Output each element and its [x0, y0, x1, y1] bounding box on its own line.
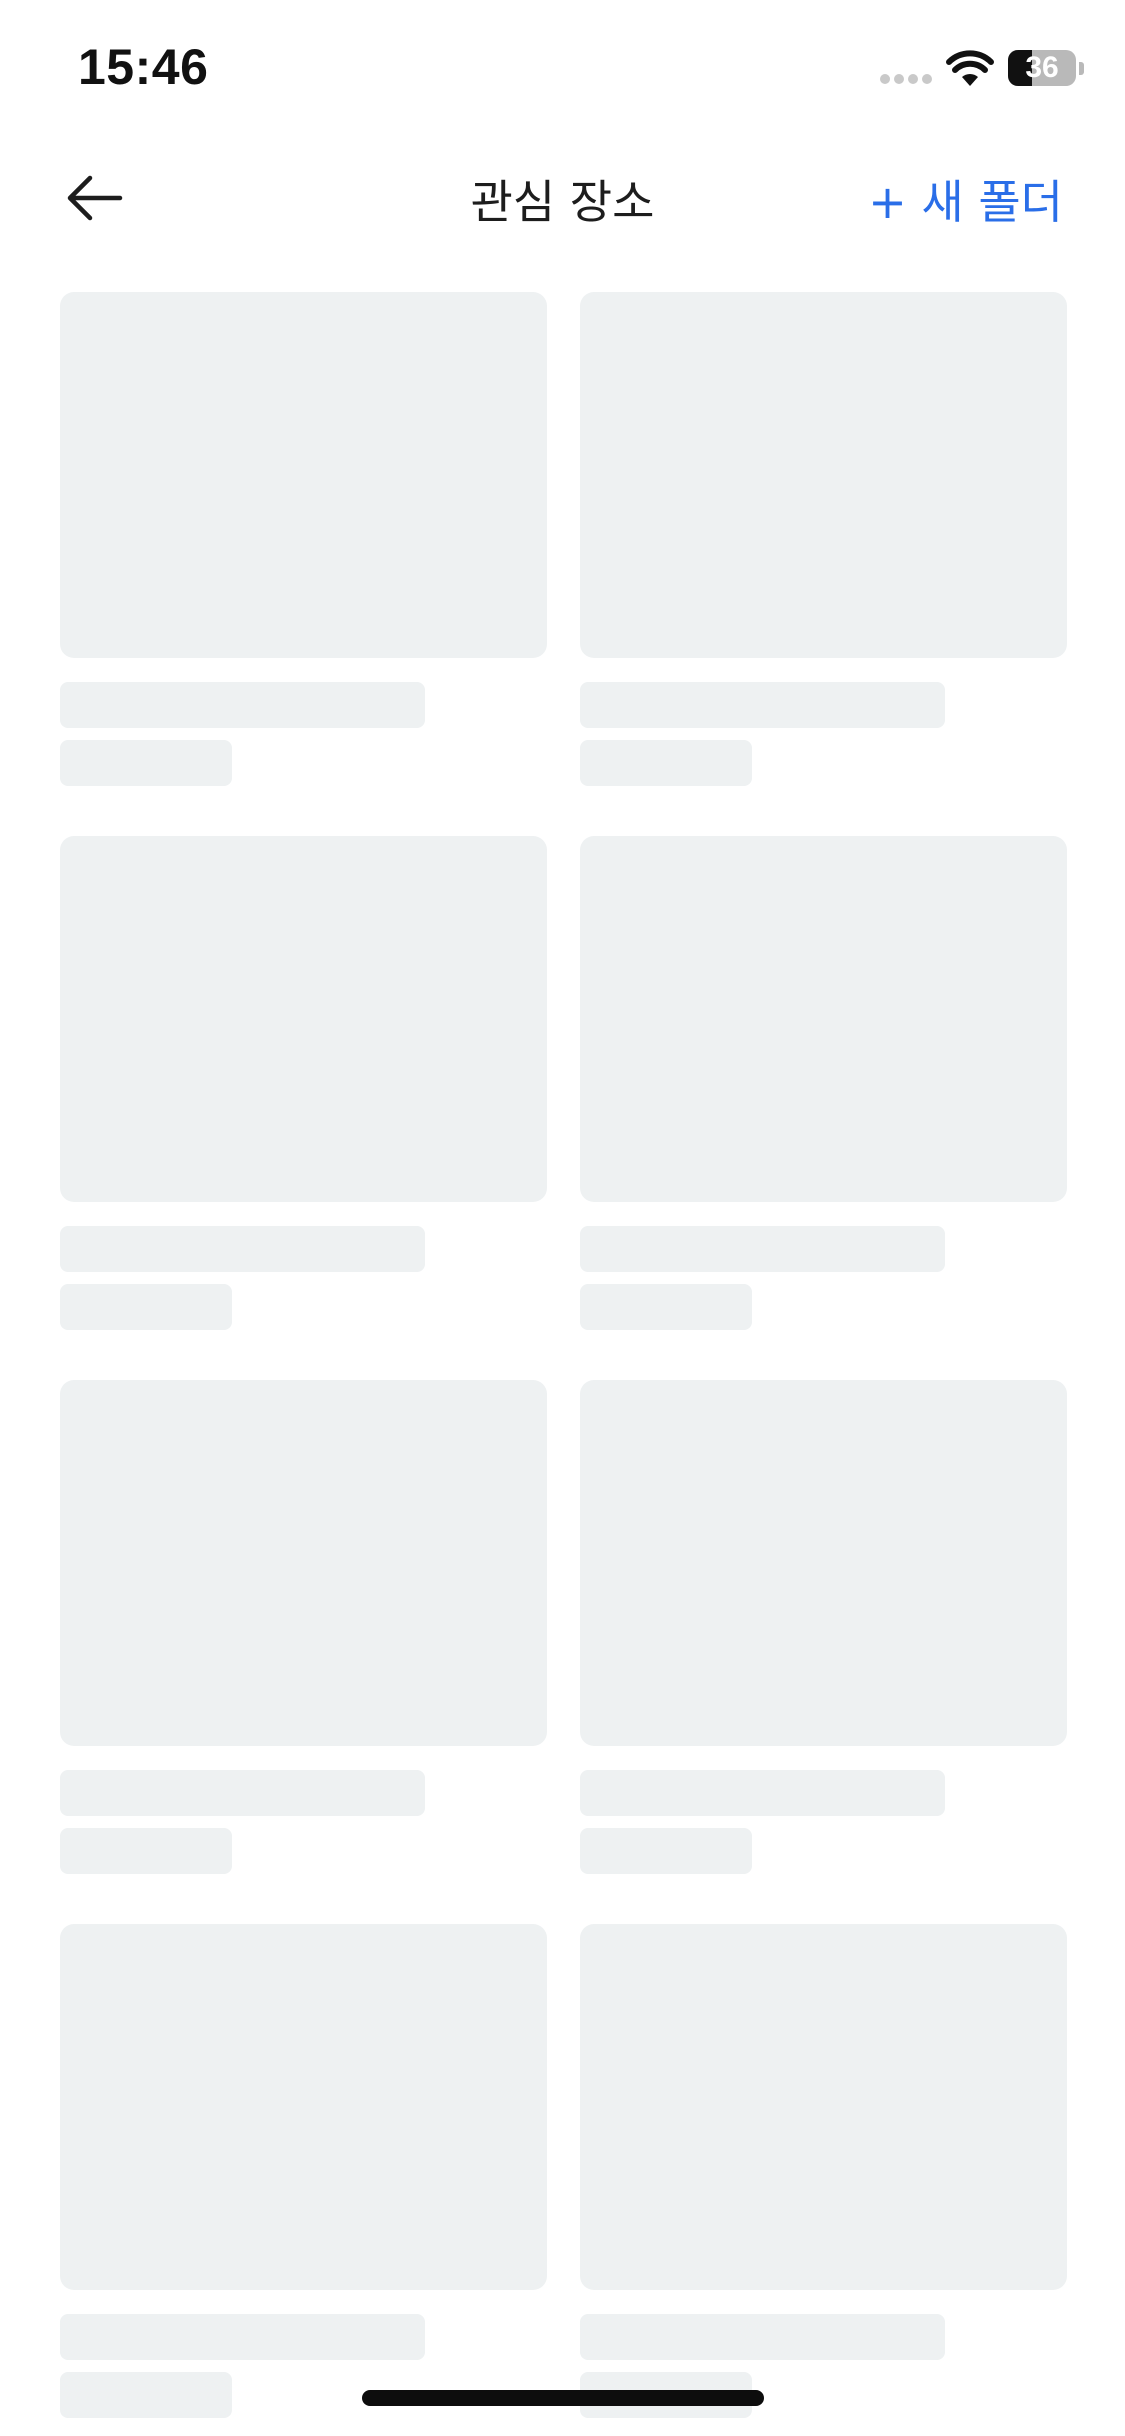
skeleton-card — [580, 1924, 1067, 2418]
skeleton-title-line — [60, 682, 425, 728]
skeleton-subtitle-line — [60, 740, 232, 786]
skeleton-subtitle-line — [580, 1828, 752, 1874]
skeleton-subtitle-line — [60, 2372, 232, 2418]
skeleton-thumbnail — [60, 292, 547, 658]
battery-cap — [1079, 62, 1084, 75]
skeleton-title-line — [60, 2314, 425, 2360]
new-folder-button[interactable]: + 새 폴더 — [868, 166, 1063, 232]
skeleton-thumbnail — [60, 836, 547, 1202]
skeleton-card — [580, 836, 1067, 1330]
skeleton-thumbnail — [60, 1380, 547, 1746]
skeleton-title-line — [60, 1226, 425, 1272]
skeleton-thumbnail — [60, 1924, 547, 2290]
cellular-signal-icon — [880, 74, 932, 84]
skeleton-thumbnail — [580, 1924, 1067, 2290]
skeleton-card — [60, 1380, 547, 1874]
skeleton-card — [60, 1924, 547, 2418]
navigation-bar: 관심 장소 + 새 폴더 — [0, 140, 1125, 252]
skeleton-subtitle-line — [60, 1284, 232, 1330]
skeleton-card — [580, 292, 1067, 786]
battery-level: 36 — [1025, 51, 1059, 84]
status-time: 15:46 — [78, 39, 209, 95]
home-indicator — [362, 2390, 764, 2406]
skeleton-card — [580, 1380, 1067, 1874]
skeleton-thumbnail — [580, 836, 1067, 1202]
skeleton-title-line — [580, 2314, 945, 2360]
wifi-icon — [946, 50, 994, 86]
skeleton-subtitle-line — [60, 1828, 232, 1874]
skeleton-card — [60, 292, 547, 786]
favorites-grid — [60, 292, 1067, 2418]
skeleton-subtitle-line — [580, 740, 752, 786]
skeleton-title-line — [580, 1226, 945, 1272]
skeleton-subtitle-line — [580, 1284, 752, 1330]
skeleton-card — [60, 836, 547, 1330]
battery-icon: 36 — [1008, 50, 1076, 86]
skeleton-title-line — [580, 682, 945, 728]
skeleton-title-line — [60, 1770, 425, 1816]
skeleton-thumbnail — [580, 1380, 1067, 1746]
status-bar: 15:46 36 — [0, 0, 1125, 140]
skeleton-thumbnail — [580, 292, 1067, 658]
skeleton-title-line — [580, 1770, 945, 1816]
